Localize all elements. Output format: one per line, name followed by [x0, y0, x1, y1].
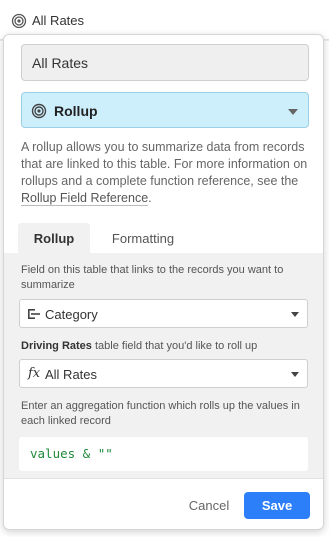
tab-rollup[interactable]: Rollup — [18, 223, 90, 253]
rollup-field-label-rest: table field that you'd like to roll up — [91, 340, 258, 352]
field-config-popover: All Rates Rollup A rollup allows you to … — [3, 34, 324, 530]
chevron-down-icon — [291, 372, 299, 377]
description-text: A rollup allows you to summarize data fr… — [21, 140, 308, 188]
link-field-label: Field on this table that links to the re… — [21, 264, 284, 291]
field-type-description: A rollup allows you to summarize data fr… — [21, 139, 311, 207]
tab-formatting[interactable]: Formatting — [100, 223, 186, 253]
field-type-label: Rollup — [54, 103, 98, 119]
chevron-down-icon — [288, 109, 298, 115]
link-field-value: Category — [45, 307, 98, 322]
field-name-input[interactable]: All Rates — [21, 44, 309, 81]
rollup-settings-panel: Field on this table that links to the re… — [4, 253, 323, 479]
rollup-field-select[interactable]: fx All Rates — [19, 359, 308, 388]
field-type-select[interactable]: Rollup — [21, 92, 309, 128]
rollup-icon — [31, 103, 47, 119]
link-field-select[interactable]: Category — [19, 299, 308, 328]
config-tabs: Rollup Formatting — [4, 223, 323, 253]
description-suffix: . — [148, 191, 152, 205]
linked-table-name: Driving Rates — [21, 340, 92, 352]
aggregation-formula-input[interactable]: values & "" — [19, 437, 308, 471]
cancel-button[interactable]: Cancel — [179, 492, 239, 519]
rollup-field-value: All Rates — [45, 367, 98, 382]
linked-record-icon — [28, 309, 40, 319]
aggregation-label: Enter an aggregation function which roll… — [21, 400, 300, 427]
chevron-down-icon — [291, 312, 299, 317]
column-title: All Rates — [32, 13, 85, 28]
rollup-reference-link[interactable]: Rollup Field Reference — [21, 191, 149, 206]
save-button[interactable]: Save — [244, 492, 310, 519]
rollup-icon — [11, 13, 27, 29]
formula-fx-icon: fx — [28, 366, 41, 381]
rollup-field-label: Driving Rates table field that you'd lik… — [21, 339, 311, 354]
